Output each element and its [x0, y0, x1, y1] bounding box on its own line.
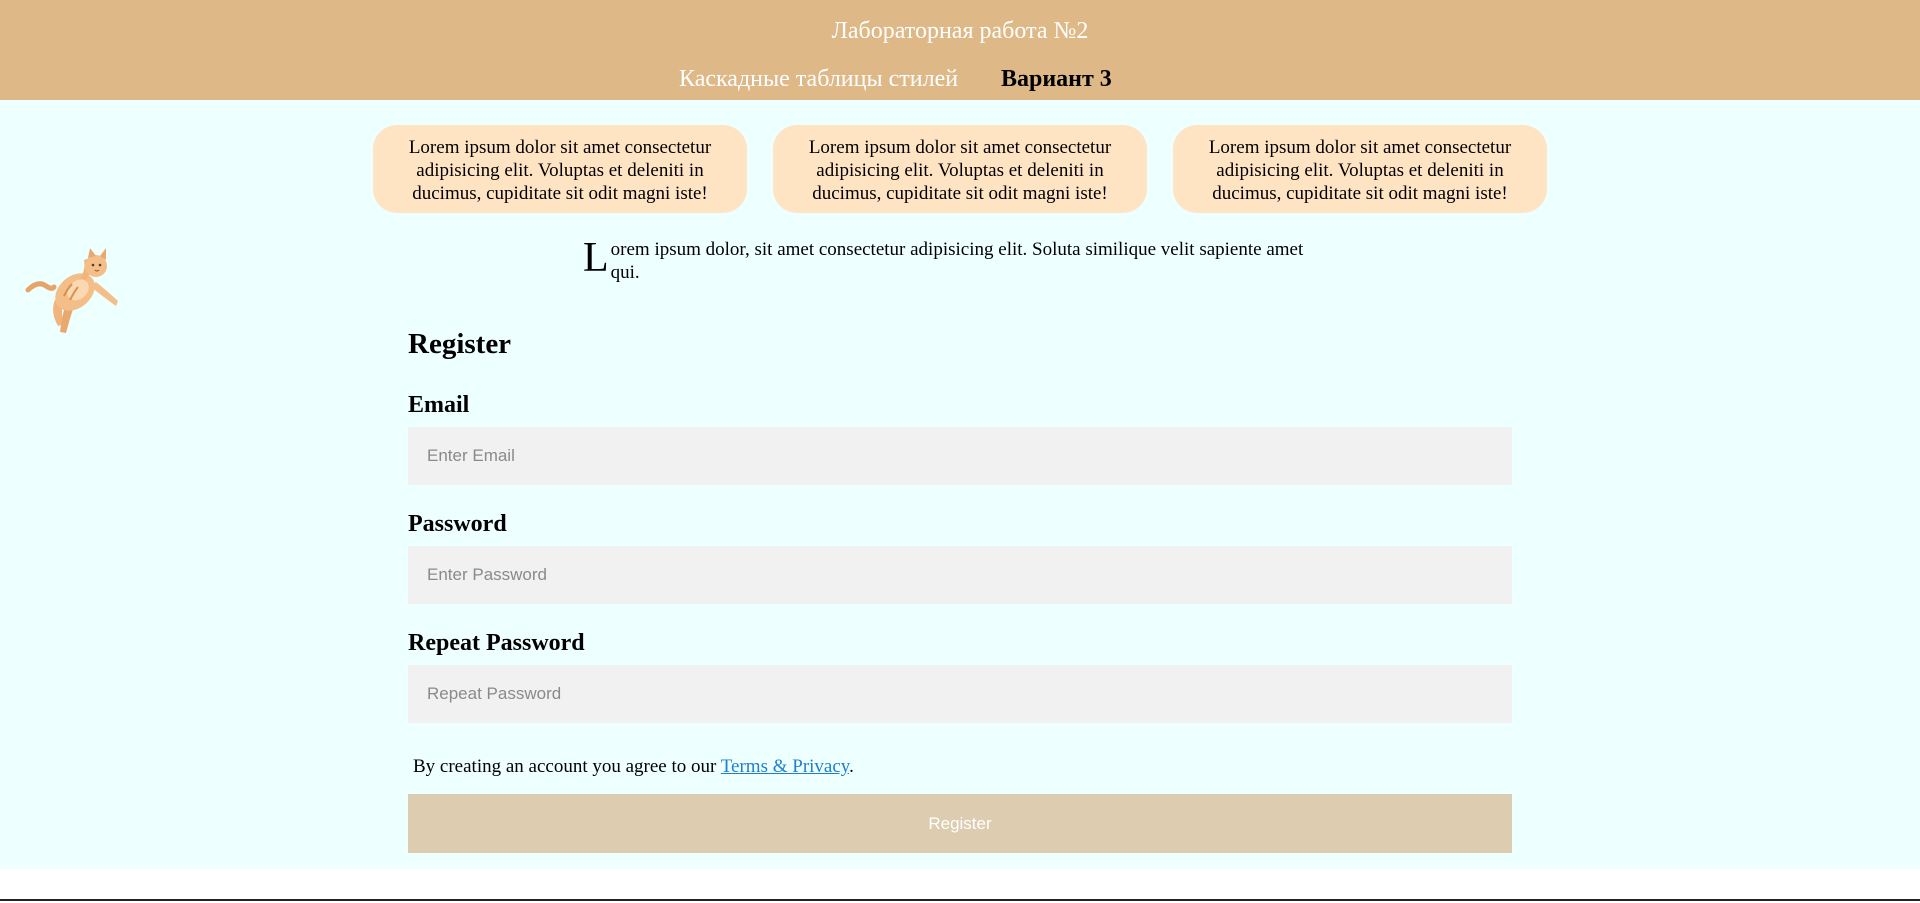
header-variant: Вариант 3 — [1001, 66, 1112, 92]
register-button[interactable]: Register — [408, 794, 1512, 853]
page-title: Лабораторная работа №2 — [831, 18, 1089, 44]
password-input[interactable] — [408, 546, 1512, 604]
info-card: Lorem ipsum dolor sit amet consectetur a… — [1173, 125, 1547, 213]
page-header: Лабораторная работа №2 Каскадные таблицы… — [0, 0, 1920, 100]
intro-text: orem ipsum dolor, sit amet consectetur a… — [610, 239, 1304, 283]
password-label: Password — [408, 511, 507, 537]
terms-text: By creating an account you agree to our … — [413, 754, 854, 780]
email-input[interactable] — [408, 427, 1512, 485]
terms-link[interactable]: Terms & Privacy — [721, 756, 849, 777]
cat-image — [25, 248, 118, 333]
info-card: Lorem ipsum dolor sit amet consectetur a… — [373, 125, 747, 213]
repeat-password-label: Repeat Password — [408, 630, 585, 656]
header-subtitle: Каскадные таблицы стилей — [679, 66, 959, 92]
repeat-password-input[interactable] — [408, 665, 1512, 723]
terms-suffix: . — [849, 756, 854, 777]
main-content: Lorem ipsum dolor sit amet consectetur a… — [0, 100, 1920, 869]
email-label: Email — [408, 392, 470, 418]
bottom-divider — [0, 899, 1920, 901]
terms-prefix: By creating an account you agree to our — [413, 756, 721, 777]
intro-paragraph: Lorem ipsum dolor, sit amet consectetur … — [583, 235, 1313, 284]
drop-cap: L — [583, 235, 609, 281]
info-card: Lorem ipsum dolor sit amet consectetur a… — [773, 125, 1147, 213]
register-title: Register — [408, 328, 512, 360]
